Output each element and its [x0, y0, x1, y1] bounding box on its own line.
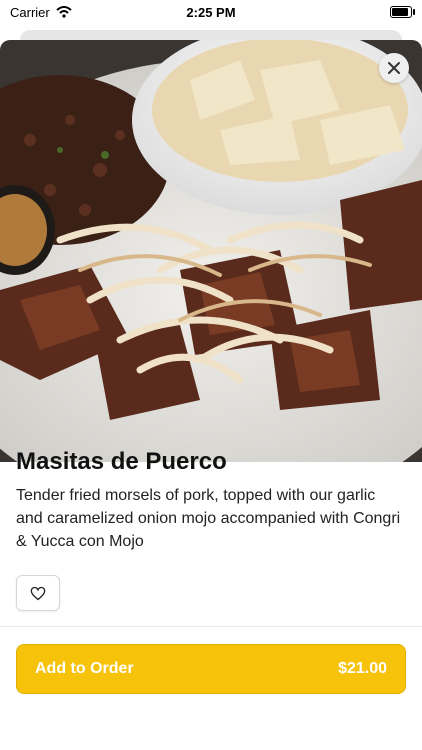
- add-to-order-label: Add to Order: [35, 660, 134, 677]
- food-photo: [0, 40, 422, 462]
- divider: [0, 626, 422, 627]
- item-price: $21.00: [338, 660, 387, 677]
- battery-icon: [390, 6, 415, 18]
- status-time: 2:25 PM: [186, 4, 236, 20]
- add-to-order-button[interactable]: Add to Order $21.00: [16, 644, 406, 694]
- wifi-icon: [56, 6, 72, 18]
- carrier-label: Carrier: [10, 4, 50, 20]
- close-button[interactable]: [379, 53, 409, 83]
- status-bar: Carrier 2:25 PM: [0, 0, 422, 24]
- item-description: Tender fried morsels of pork, topped wit…: [16, 487, 401, 550]
- status-left: Carrier: [10, 5, 72, 20]
- favorite-button[interactable]: [16, 575, 60, 611]
- close-icon: [388, 62, 400, 74]
- heart-icon: [30, 586, 46, 600]
- item-title: Masitas de Puerco: [16, 448, 227, 475]
- item-details: Masitas de Puerco Tender fried morsels o…: [16, 448, 406, 553]
